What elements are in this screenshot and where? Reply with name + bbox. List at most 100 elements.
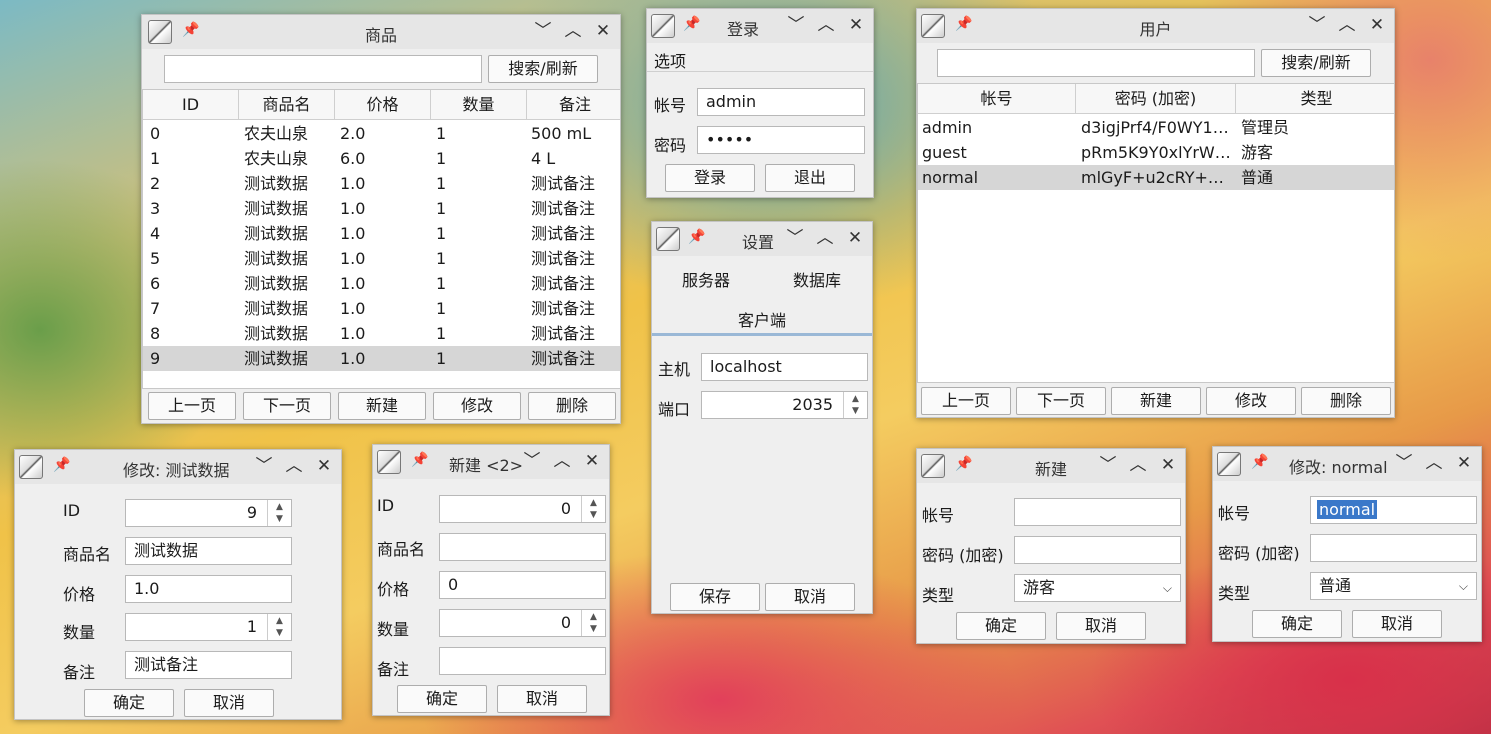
product-name-field[interactable]: 测试数据 [125,537,292,565]
table-row[interactable]: 2 测试数据 1.0 1 测试备注 [143,171,620,196]
duke-app-icon[interactable] [377,450,401,474]
table-row[interactable]: 8 测试数据 1.0 1 测试备注 [143,321,620,346]
delete-button[interactable]: 删除 [528,392,616,420]
close-icon[interactable]: ✕ [1159,455,1177,475]
search-refresh-button[interactable]: 搜索/刷新 [488,55,598,83]
table-row[interactable]: 4 测试数据 1.0 1 测试备注 [143,221,620,246]
column-header[interactable]: ID [143,90,239,120]
ok-button[interactable]: 确定 [397,685,487,713]
duke-app-icon[interactable] [656,227,680,251]
table-row[interactable]: 0 农夫山泉 2.0 1 500 mL [143,121,620,146]
pin-icon[interactable]: 📌 [683,16,700,32]
type-select[interactable]: 游客 ⌵ [1014,574,1181,602]
column-header[interactable]: 数量 [431,90,527,120]
column-header[interactable]: 帐号 [918,84,1076,114]
chevron-down-icon[interactable]: ﹀ [1099,455,1117,475]
column-header[interactable]: 类型 [1236,84,1394,114]
column-header[interactable]: 密码 (加密) [1076,84,1236,114]
chevron-up-icon[interactable]: ︿ [817,15,835,35]
chevron-down-icon[interactable]: ﹀ [534,21,552,41]
cancel-button[interactable]: 取消 [765,583,855,611]
titlebar[interactable]: 📌 设置 ﹀ ︿ ✕ [652,222,872,256]
close-icon[interactable]: ✕ [315,456,333,476]
table-row[interactable]: admin d3igjPrf4/F0WY1R… 管理员 [918,115,1394,140]
titlebar[interactable]: 📌 商品 ﹀ ︿ ✕ [142,15,620,49]
login-button[interactable]: 登录 [665,164,755,192]
table-row[interactable]: 3 测试数据 1.0 1 测试备注 [143,196,620,221]
duke-app-icon[interactable] [921,454,945,478]
cancel-button[interactable]: 取消 [1056,612,1146,640]
pin-icon[interactable]: 📌 [411,452,428,468]
tab-server[interactable]: 服务器 [682,267,730,291]
edit-button[interactable]: 修改 [433,392,521,420]
edit-button[interactable]: 修改 [1206,387,1296,415]
delete-button[interactable]: 删除 [1301,387,1391,415]
close-icon[interactable]: ✕ [1368,15,1386,35]
table-row[interactable]: normal mlGyF+u2cRY+WC… 普通 [918,165,1394,190]
chevron-up-icon[interactable]: ︿ [816,228,834,248]
table-row[interactable]: 6 测试数据 1.0 1 测试备注 [143,271,620,296]
chevron-up-icon[interactable]: ︿ [1338,15,1356,35]
close-icon[interactable]: ✕ [594,21,612,41]
chevron-up-icon[interactable]: ︿ [553,451,571,471]
close-icon[interactable]: ✕ [583,451,601,471]
tab-database[interactable]: 数据库 [793,267,841,291]
note-field[interactable] [439,647,606,675]
price-field[interactable]: 1.0 [125,575,292,603]
password-field[interactable] [1014,536,1181,564]
ok-button[interactable]: 确定 [956,612,1046,640]
column-header[interactable]: 价格 [335,90,431,120]
price-field[interactable]: 0 [439,571,606,599]
duke-app-icon[interactable] [651,14,675,38]
new-button[interactable]: 新建 [1111,387,1201,415]
cancel-button[interactable]: 取消 [497,685,587,713]
ok-button[interactable]: 确定 [1252,610,1342,638]
titlebar[interactable]: 📌 用户 ﹀ ︿ ✕ [917,9,1394,43]
quantity-stepper[interactable]: 0 ▲ ▼ [439,609,606,637]
users-table[interactable]: 帐号 密码 (加密) 类型 admin d3igjPrf4/F0WY1R… 管理员 g… [917,83,1394,383]
duke-app-icon[interactable] [19,455,43,479]
chevron-down-icon[interactable]: ﹀ [1308,15,1326,35]
spinner-arrows-icon[interactable]: ▲ ▼ [581,496,605,522]
titlebar[interactable]: 📌 登录 ﹀ ︿ ✕ [647,9,873,43]
search-input[interactable] [937,49,1255,77]
new-button[interactable]: 新建 [338,392,426,420]
account-field[interactable]: normal [1310,496,1477,524]
id-stepper[interactable]: 9 ▲ ▼ [125,499,292,527]
account-field[interactable]: admin [697,88,865,116]
close-icon[interactable]: ✕ [1455,453,1473,473]
cancel-button[interactable]: 取消 [1352,610,1442,638]
cancel-button[interactable]: 取消 [184,689,274,717]
host-field[interactable]: localhost [701,353,868,381]
titlebar[interactable]: 📌 新建 ﹀ ︿ ✕ [917,449,1185,483]
column-header[interactable]: 商品名 [239,90,335,120]
chevron-up-icon[interactable]: ︿ [1129,455,1147,475]
prev-page-button[interactable]: 上一页 [148,392,236,420]
pin-icon[interactable]: 📌 [1251,454,1268,470]
type-select[interactable]: 普通 ⌵ [1310,572,1477,600]
pin-icon[interactable]: 📌 [688,229,705,245]
titlebar[interactable]: 📌 修改: 测试数据 ﹀ ︿ ✕ [15,450,341,484]
chevron-up-icon[interactable]: ︿ [564,21,582,41]
product-name-field[interactable] [439,533,606,561]
options-menu[interactable]: 选项 [654,48,686,72]
pin-icon[interactable]: 📌 [955,456,972,472]
password-field[interactable] [1310,534,1477,562]
save-button[interactable]: 保存 [670,583,760,611]
close-icon[interactable]: ✕ [846,228,864,248]
pin-icon[interactable]: 📌 [53,457,70,473]
id-stepper[interactable]: 0 ▲ ▼ [439,495,606,523]
note-field[interactable]: 测试备注 [125,651,292,679]
spinner-arrows-icon[interactable]: ▲ ▼ [267,500,291,526]
chevron-down-icon[interactable]: ﹀ [786,228,804,248]
products-table[interactable]: ID 商品名 价格 数量 备注 0 农夫山泉 2.0 1 500 mL 1 农夫山泉 6.0 1… [142,89,620,389]
duke-app-icon[interactable] [1217,452,1241,476]
table-row[interactable]: 1 农夫山泉 6.0 1 4 L [143,146,620,171]
spinner-arrows-icon[interactable]: ▲ ▼ [843,392,867,418]
chevron-down-icon[interactable]: ﹀ [787,15,805,35]
password-field[interactable]: ••••• [697,126,865,154]
account-field[interactable] [1014,498,1181,526]
column-header[interactable]: 备注 [527,90,620,120]
table-row[interactable]: guest pRm5K9Y0xlYrWE… 游客 [918,140,1394,165]
chevron-down-icon[interactable]: ﹀ [523,451,541,471]
